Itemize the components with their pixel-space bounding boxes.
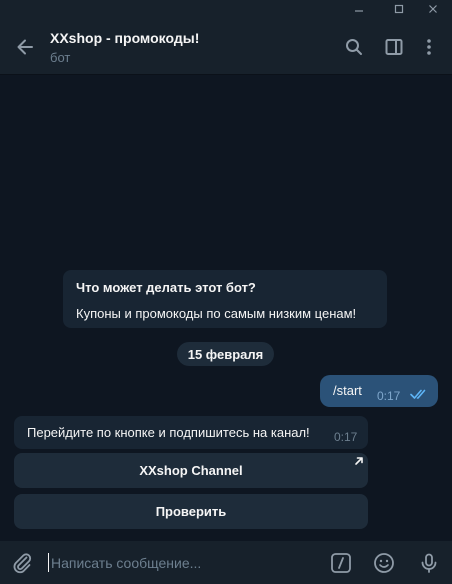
external-link-arrow-icon	[355, 457, 363, 465]
back-button[interactable]	[12, 34, 38, 60]
close-button[interactable]	[418, 0, 448, 18]
microphone-icon	[421, 553, 437, 573]
voice-record-button[interactable]	[417, 551, 441, 575]
bot-info-description: Купоны и промокоды по самым низким ценам…	[76, 306, 357, 321]
chat-header: XXshop - промокоды! бот	[0, 18, 452, 75]
text-caret	[48, 553, 49, 572]
maximize-button[interactable]	[384, 0, 414, 18]
search-button[interactable]	[342, 35, 366, 59]
inline-button-label: XXshop Channel	[139, 463, 243, 478]
bot-info-card: Что может делать этот бот? Купоны и пром…	[63, 270, 387, 328]
double-check-icon	[410, 389, 426, 399]
message-time: 0:17	[334, 430, 358, 444]
more-menu-button[interactable]	[417, 35, 441, 59]
message-text: Перейдите по кнопке и подпишитесь на кан…	[27, 425, 310, 440]
emoji-button[interactable]	[372, 551, 396, 575]
search-icon	[346, 39, 362, 55]
close-icon	[429, 5, 437, 13]
message-input[interactable]	[51, 552, 301, 574]
inline-button-check[interactable]: Проверить	[14, 494, 368, 529]
sidebar-toggle-button[interactable]	[382, 35, 406, 59]
message-time: 0:17	[377, 389, 401, 403]
bot-commands-button[interactable]	[329, 551, 353, 575]
commands-icon	[331, 553, 351, 573]
incoming-message[interactable]: Перейдите по кнопке и подпишитесь на кан…	[14, 416, 368, 449]
back-arrow-icon	[17, 39, 33, 55]
maximize-icon	[394, 4, 404, 14]
minimize-icon	[355, 10, 363, 12]
window-titlebar	[0, 0, 452, 18]
more-vertical-icon	[427, 39, 431, 55]
outgoing-message[interactable]: /start 0:17	[320, 375, 438, 407]
emoji-icon	[374, 553, 394, 573]
minimize-button[interactable]	[344, 0, 374, 18]
date-separator: 15 февраля	[177, 342, 274, 366]
message-composer	[0, 541, 452, 584]
chat-subtitle: бот	[50, 50, 71, 65]
attach-button[interactable]	[10, 551, 34, 575]
bot-info-title: Что может делать этот бот?	[76, 280, 256, 295]
message-text: /start	[333, 383, 362, 398]
chat-title[interactable]: XXshop - промокоды!	[50, 30, 199, 46]
sidebar-toggle-icon	[385, 39, 403, 55]
inline-button-channel[interactable]: XXshop Channel	[14, 453, 368, 488]
attach-icon	[13, 553, 32, 574]
inline-button-label: Проверить	[155, 504, 227, 519]
